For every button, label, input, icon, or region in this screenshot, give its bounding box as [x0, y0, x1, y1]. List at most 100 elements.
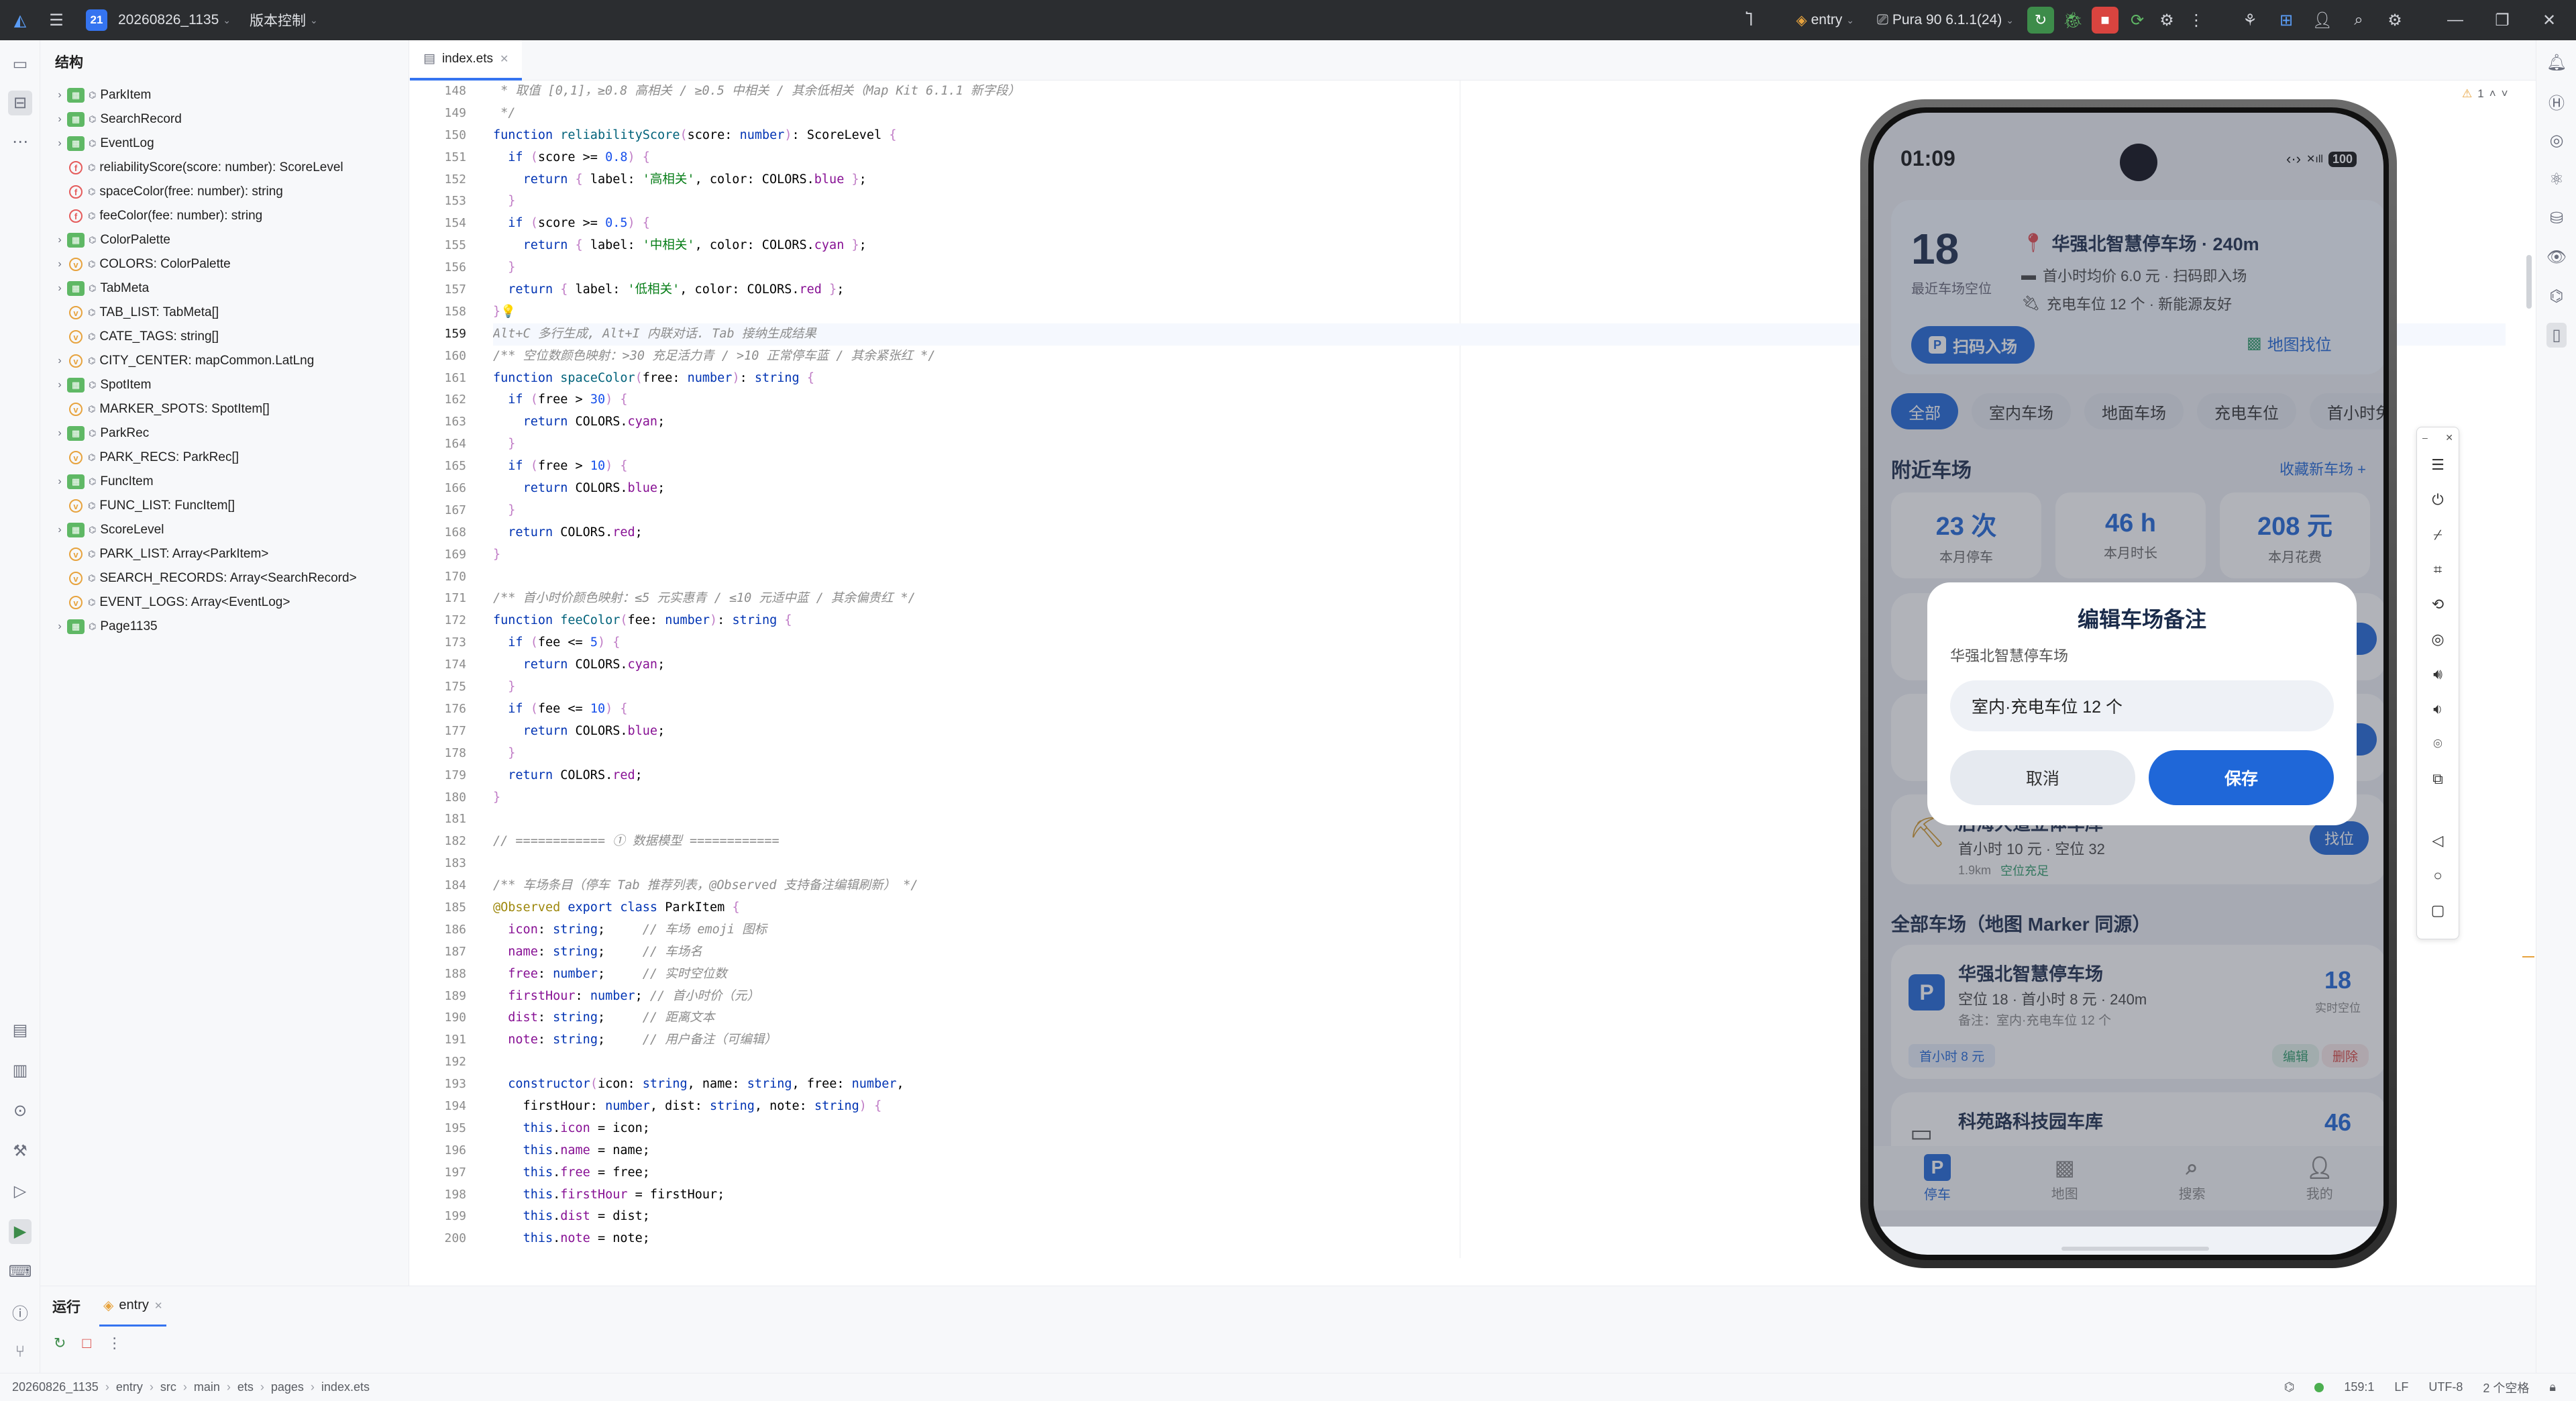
toolbar-minimize-icon[interactable]: –	[2422, 432, 2428, 443]
breadcrumb-item[interactable]: pages	[271, 1380, 304, 1394]
breadcrumb-item[interactable]: index.ets	[321, 1380, 370, 1394]
tree-item[interactable]: v ⌬ PARK_LIST: Array<ParkItem>	[52, 542, 409, 566]
chevron-right-icon[interactable]: ›	[52, 258, 67, 270]
tree-item[interactable]: v ⌬ TAB_LIST: TabMeta[]	[52, 301, 409, 325]
chevron-right-icon[interactable]: ›	[52, 379, 67, 391]
build-icon[interactable]: ⚒	[0, 1131, 40, 1170]
tree-item[interactable]: f ⌬ spaceColor(free: number): string	[52, 180, 409, 204]
hvigor-icon[interactable]: Ⓗ	[2536, 82, 2576, 121]
location-icon[interactable]: ◎	[2417, 622, 2459, 657]
project-switcher[interactable]: 21 20260826_1135 ⌄	[79, 7, 237, 34]
profiler-icon[interactable]: ⚙	[2153, 7, 2180, 34]
sdk-manager-icon[interactable]: ⚘	[2237, 7, 2263, 34]
tab-index-ets[interactable]: ▤ index.ets ✕	[410, 40, 523, 81]
codegenie-status-icon[interactable]: ⌬	[2284, 1380, 2295, 1394]
minimize-icon[interactable]: —	[2442, 7, 2469, 34]
stop-icon[interactable]: □	[82, 1335, 91, 1352]
tree-item[interactable]: v ⌬ PARK_RECS: ParkRec[]	[52, 446, 409, 470]
toolbar-close-icon[interactable]: ✕	[2445, 432, 2453, 444]
close-tab-icon[interactable]: ✕	[154, 1300, 163, 1312]
power-icon[interactable]: ⏻	[2417, 482, 2459, 517]
save-button[interactable]: 保存	[2149, 750, 2334, 805]
indent-setting[interactable]: 2 个空格	[2483, 1379, 2529, 1396]
resource-icon[interactable]: ◎	[2536, 121, 2576, 160]
tree-item[interactable]: › ▦ ⌬ FuncItem	[52, 470, 409, 494]
preview-icon[interactable]: 👁︎	[2536, 238, 2576, 276]
breadcrumb-item[interactable]: src	[160, 1380, 176, 1394]
copy-icon[interactable]: ⧉	[2417, 762, 2459, 796]
tree-item[interactable]: v ⌬ EVENT_LOGS: Array<EventLog>	[52, 590, 409, 615]
problems-icon[interactable]: ⓘ	[0, 1292, 40, 1331]
debug-icon[interactable]: 🐞︎	[2059, 7, 2086, 34]
main-menu-icon[interactable]: ☰	[43, 7, 70, 34]
run-rail-icon[interactable]: ▶	[0, 1212, 40, 1251]
chevron-right-icon[interactable]: ›	[52, 621, 67, 633]
app-analyzer-icon[interactable]: ⚛	[2536, 160, 2576, 199]
line-separator[interactable]: LF	[2394, 1380, 2408, 1394]
module-selector[interactable]: ◈ entry ⌄	[1789, 9, 1861, 32]
chevron-right-icon[interactable]: ›	[52, 282, 67, 295]
log-icon[interactable]: ▥	[0, 1051, 40, 1090]
run-tab-entry[interactable]: ◈ entry ✕	[99, 1286, 167, 1327]
rotate-icon[interactable]: ⟲	[2417, 587, 2459, 622]
breadcrumb-item[interactable]: main	[194, 1380, 220, 1394]
tree-item[interactable]: v ⌬ MARKER_SPOTS: SpotItem[]	[52, 397, 409, 421]
more-icon[interactable]: ⋮	[107, 1335, 122, 1352]
database-icon[interactable]: ⛁	[2536, 199, 2576, 238]
breadcrumb-item[interactable]: entry	[116, 1380, 143, 1394]
tree-item[interactable]: v ⌬ FUNC_LIST: FuncItem[]	[52, 494, 409, 518]
search-icon[interactable]: ⌕	[2345, 7, 2372, 34]
chevron-right-icon[interactable]: ›	[52, 476, 67, 488]
rerun-icon[interactable]: ↻	[54, 1335, 66, 1352]
tree-item[interactable]: › v ⌬ CITY_CENTER: mapCommon.LatLng	[52, 349, 409, 373]
structure-icon[interactable]: ⊟	[0, 83, 40, 122]
project-folder-icon[interactable]: ▭	[0, 44, 40, 83]
tree-item[interactable]: › ▦ ⌬ TabMeta	[52, 276, 409, 301]
profiler-rail-icon[interactable]: ⊙	[0, 1091, 40, 1130]
chevron-right-icon[interactable]: ›	[52, 234, 67, 246]
tree-item[interactable]: v ⌬ CATE_TAGS: string[]	[52, 325, 409, 349]
tree-item[interactable]: › ▦ ⌬ SearchRecord	[52, 107, 409, 132]
terminal-icon[interactable]: ⌨	[0, 1252, 40, 1291]
home-icon[interactable]: ○	[2417, 858, 2459, 893]
file-encoding[interactable]: UTF-8	[2428, 1380, 2463, 1394]
tree-item[interactable]: › ▦ ⌬ EventLog	[52, 132, 409, 156]
settings-gear-icon[interactable]: ⚙	[2381, 7, 2408, 34]
tree-item[interactable]: › ▦ ⌬ ColorPalette	[52, 228, 409, 252]
maximize-icon[interactable]: ❐	[2489, 7, 2516, 34]
stop-button[interactable]: ■	[2092, 7, 2118, 34]
rerun-button[interactable]: ↻	[2027, 7, 2054, 34]
lock-icon[interactable]: 🔒︎	[2549, 1380, 2556, 1394]
chevron-right-icon[interactable]: ›	[52, 355, 67, 367]
screenshot-icon[interactable]: ⌾	[2417, 727, 2459, 762]
tree-item[interactable]: › v ⌬ COLORS: ColorPalette	[52, 252, 409, 276]
tree-item[interactable]: v ⌬ SEARCH_RECORDS: Array<SearchRecord>	[52, 566, 409, 590]
breadcrumb-item[interactable]: ets	[237, 1380, 254, 1394]
tree-item[interactable]: f ⌬ reliabilityScore(score: number): Score…	[52, 156, 409, 180]
more-icon[interactable]: ⋮	[2183, 7, 2210, 34]
tree-item[interactable]: › ▦ ⌬ SpotItem	[52, 373, 409, 397]
tree-item[interactable]: › ▦ ⌬ ScoreLevel	[52, 518, 409, 542]
volume-up-icon[interactable]: 🔊︎	[2417, 657, 2459, 692]
account-icon[interactable]: 👤︎	[2309, 7, 2336, 34]
vcs-menu[interactable]: 版本控制 ⌄	[243, 7, 325, 33]
chevron-right-icon[interactable]: ›	[52, 113, 67, 125]
volume-down-icon[interactable]: 🔉︎	[2417, 692, 2459, 727]
chevron-right-icon[interactable]: ›	[52, 524, 67, 536]
note-input[interactable]: 室内·充电车位 12 个	[1950, 680, 2334, 731]
breadcrumb-item[interactable]: 20260826_1135	[12, 1380, 99, 1394]
todo-icon[interactable]: ▤	[0, 1010, 40, 1049]
device-selector[interactable]: ⎚ Pura 90 6.1.1(24) ⌄	[1870, 9, 2021, 31]
cancel-button[interactable]: 取消	[1950, 750, 2135, 805]
caret-position[interactable]: 159:1	[2344, 1380, 2374, 1394]
device-manager-icon[interactable]: ▯	[2536, 315, 2576, 354]
tree-item[interactable]: › ▦ ⌬ Page1135	[52, 615, 409, 639]
apply-changes-icon[interactable]: ⟳	[2124, 7, 2151, 34]
tree-item[interactable]: f ⌬ feeColor(fee: number): string	[52, 204, 409, 228]
tree-item[interactable]: › ▦ ⌬ ParkItem	[52, 83, 409, 107]
tree-item[interactable]: › ▦ ⌬ ParkRec	[52, 421, 409, 446]
editor-scrollbar[interactable]	[2526, 255, 2532, 309]
close-icon[interactable]: ✕	[2536, 7, 2563, 34]
more-tools-icon[interactable]: ⋯	[0, 122, 40, 161]
chevron-right-icon[interactable]: ›	[52, 89, 67, 101]
